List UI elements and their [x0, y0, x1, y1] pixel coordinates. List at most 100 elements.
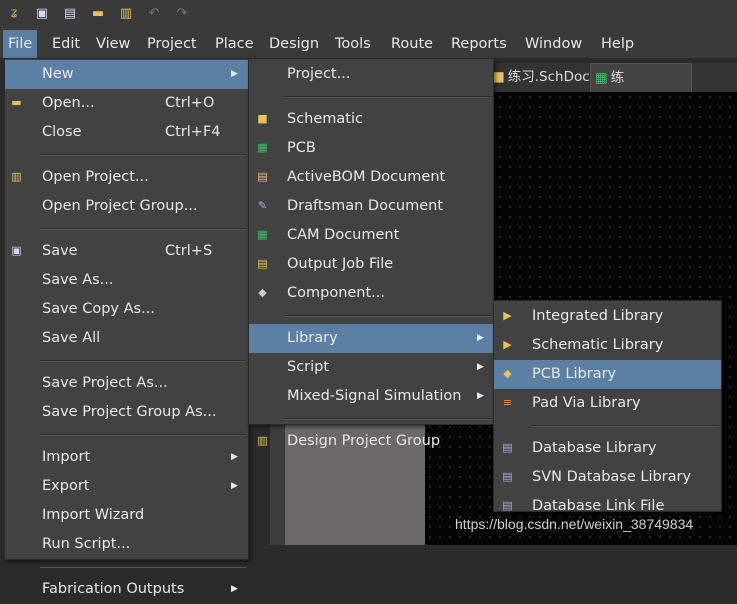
svn-database-library-icon: ▤ [502, 470, 513, 483]
menu-project[interactable]: Project [146, 30, 198, 58]
menu-item-pad-via-library[interactable]: ≡ Pad Via Library [494, 389, 721, 418]
menu-item-new[interactable]: New ▶ [5, 60, 248, 89]
menu-separator [40, 228, 246, 230]
menu-item-cam-document[interactable]: ▦ CAM Document [249, 221, 493, 250]
menu-item-save-all[interactable]: Save All [5, 324, 248, 353]
menu-item-pcb-library[interactable]: ◆ PCB Library [494, 360, 721, 389]
project-group-icon: ▥ [257, 434, 268, 447]
menu-item-label: Open Project Group... [42, 198, 198, 214]
menu-item-save-project-group-as[interactable]: Save Project Group As... [5, 398, 248, 427]
menu-item-label: Component... [287, 285, 386, 301]
menu-item-output-job-file[interactable]: ▤ Output Job File [249, 250, 493, 279]
chevron-right-icon: ▶ [231, 69, 238, 79]
menu-item-pcb[interactable]: ▦ PCB [249, 134, 493, 163]
menu-item-activebom-document[interactable]: ▤ ActiveBOM Document [249, 163, 493, 192]
menu-item-database-library[interactable]: ▤ Database Library [494, 434, 721, 463]
menu-item-open[interactable]: ▬ Open... Ctrl+O [5, 89, 248, 118]
menu-item-import[interactable]: Import ▶ [5, 443, 248, 472]
activebom-icon: ▤ [257, 170, 268, 183]
menu-item-open-project-group[interactable]: Open Project Group... [5, 192, 248, 221]
save-all-icon[interactable]: ▤ [62, 6, 78, 22]
cam-icon: ▦ [257, 228, 268, 241]
menu-item-schematic-library[interactable]: ▶ Schematic Library [494, 331, 721, 360]
tab-schdoc[interactable]: ■ 练习.SchDoc [488, 63, 590, 92]
menu-item-label: Save Project Group As... [42, 404, 217, 420]
chevron-right-icon: ▶ [231, 452, 238, 462]
menu-item-label: Open Project... [42, 169, 149, 185]
toolbar: ʑ ▣ ▤ ▬ ▥ ↶ ↷ [0, 0, 737, 30]
open-project-icon[interactable]: ▥ [118, 6, 134, 22]
menu-item-label: PCB Library [532, 366, 617, 382]
schematic-icon: ■ [257, 112, 268, 125]
menu-design[interactable]: Design [268, 30, 320, 58]
menu-item-design-project-group[interactable]: ▥ Design Project Group [249, 427, 493, 456]
menu-item-label: Schematic Library [532, 337, 664, 353]
menu-item-save-project-as[interactable]: Save Project As... [5, 369, 248, 398]
menu-tools[interactable]: Tools [334, 30, 372, 58]
document-tabs: ■练习.SchDoc▦练习.PcbDoc [488, 63, 737, 115]
pcb-icon: ▦ [257, 141, 268, 154]
menu-item-schematic[interactable]: ■ Schematic [249, 105, 493, 134]
menu-item-label: Import [42, 449, 91, 465]
menu-item-save-copy-as[interactable]: Save Copy As... [5, 295, 248, 324]
chevron-right-icon: ▶ [477, 362, 484, 372]
menu-item-open-project[interactable]: ▥ Open Project... [5, 163, 248, 192]
save-icon: ▣ [11, 244, 22, 257]
new-submenu: Project... ■ Schematic ▦ PCB ▤ ActiveBOM Docum… [248, 58, 494, 449]
menu-item-save[interactable]: ▣ Save Ctrl+S [5, 237, 248, 266]
file-menu: New ▶ ▬ Open... Ctrl+O Close Ctrl+F4 ▥ Open Proj… [4, 58, 249, 597]
menu-item-draftsman-document[interactable]: ✎ Draftsman Document [249, 192, 493, 221]
menu-place[interactable]: Place [214, 30, 255, 58]
menu-item-label: Draftsman Document [287, 198, 444, 214]
database-link-icon: ▤ [502, 499, 513, 512]
schematic-library-icon: ▶ [503, 338, 512, 351]
menu-item-component[interactable]: ◆ Component... [249, 279, 493, 308]
chevron-right-icon: ▶ [231, 481, 238, 491]
open-folder-icon[interactable]: ▬ [90, 6, 106, 22]
menu-item-label: CAM Document [287, 227, 400, 243]
chevron-right-icon: ▶ [477, 391, 484, 401]
menu-reports[interactable]: Reports [450, 30, 508, 58]
menu-file[interactable]: File [3, 30, 38, 58]
menu-item-svn-database-library[interactable]: ▤ SVN Database Library [494, 463, 721, 492]
menu-item-label: Export [42, 478, 90, 494]
menu-bar: File Edit View Project Place Design Tools Route… [0, 30, 737, 58]
menu-item-export[interactable]: Export ▶ [5, 472, 248, 501]
menu-view[interactable]: View [95, 30, 131, 58]
menu-separator [40, 154, 246, 156]
redo-icon[interactable]: ↷ [174, 6, 190, 22]
menu-separator [40, 434, 246, 436]
menu-item-label: Output Job File [287, 256, 394, 272]
tab-pcbdoc[interactable]: ▦练习.PcbDoc [590, 63, 692, 115]
menu-help[interactable]: Help [600, 30, 635, 58]
menu-item-label: Save [42, 243, 78, 259]
menu-item-fabrication-outputs[interactable]: Fabrication Outputs ▶ [5, 575, 248, 604]
menu-item-save-as[interactable]: Save As... [5, 266, 248, 295]
menu-item-label: ActiveBOM Document [287, 169, 446, 185]
menu-item-mixed-signal-simulation[interactable]: Mixed-Signal Simulation ▶ [249, 382, 493, 411]
menu-item-label: Project... [287, 66, 351, 82]
menu-window[interactable]: Window [524, 30, 583, 58]
menu-item-close[interactable]: Close Ctrl+F4 [5, 118, 248, 147]
menu-item-library[interactable]: Library ▶ [249, 324, 493, 353]
menu-item-label: SVN Database Library [532, 469, 692, 485]
chevron-right-icon: ▶ [231, 584, 238, 594]
menu-item-label: Mixed-Signal Simulation [287, 388, 462, 404]
menu-separator [285, 418, 491, 420]
menu-item-project[interactable]: Project... [249, 60, 493, 89]
menu-item-label: Script [287, 359, 330, 375]
menu-edit[interactable]: Edit [51, 30, 81, 58]
menu-item-label: Close [42, 124, 82, 140]
undo-icon[interactable]: ↶ [146, 6, 162, 22]
database-library-icon: ▤ [502, 441, 513, 454]
menu-item-script[interactable]: Script ▶ [249, 353, 493, 382]
menu-item-import-wizard[interactable]: Import Wizard [5, 501, 248, 530]
tab-label: 练习.SchDoc [507, 69, 590, 85]
menu-item-label: PCB [287, 140, 316, 156]
shortcut-label: Ctrl+S [165, 243, 213, 259]
watermark: https://blog.csdn.net/weixin_38749834 [455, 516, 694, 532]
menu-route[interactable]: Route [390, 30, 434, 58]
menu-item-integrated-library[interactable]: ▶ Integrated Library [494, 302, 721, 331]
menu-item-label: New [42, 66, 74, 82]
save-icon[interactable]: ▣ [34, 6, 50, 22]
